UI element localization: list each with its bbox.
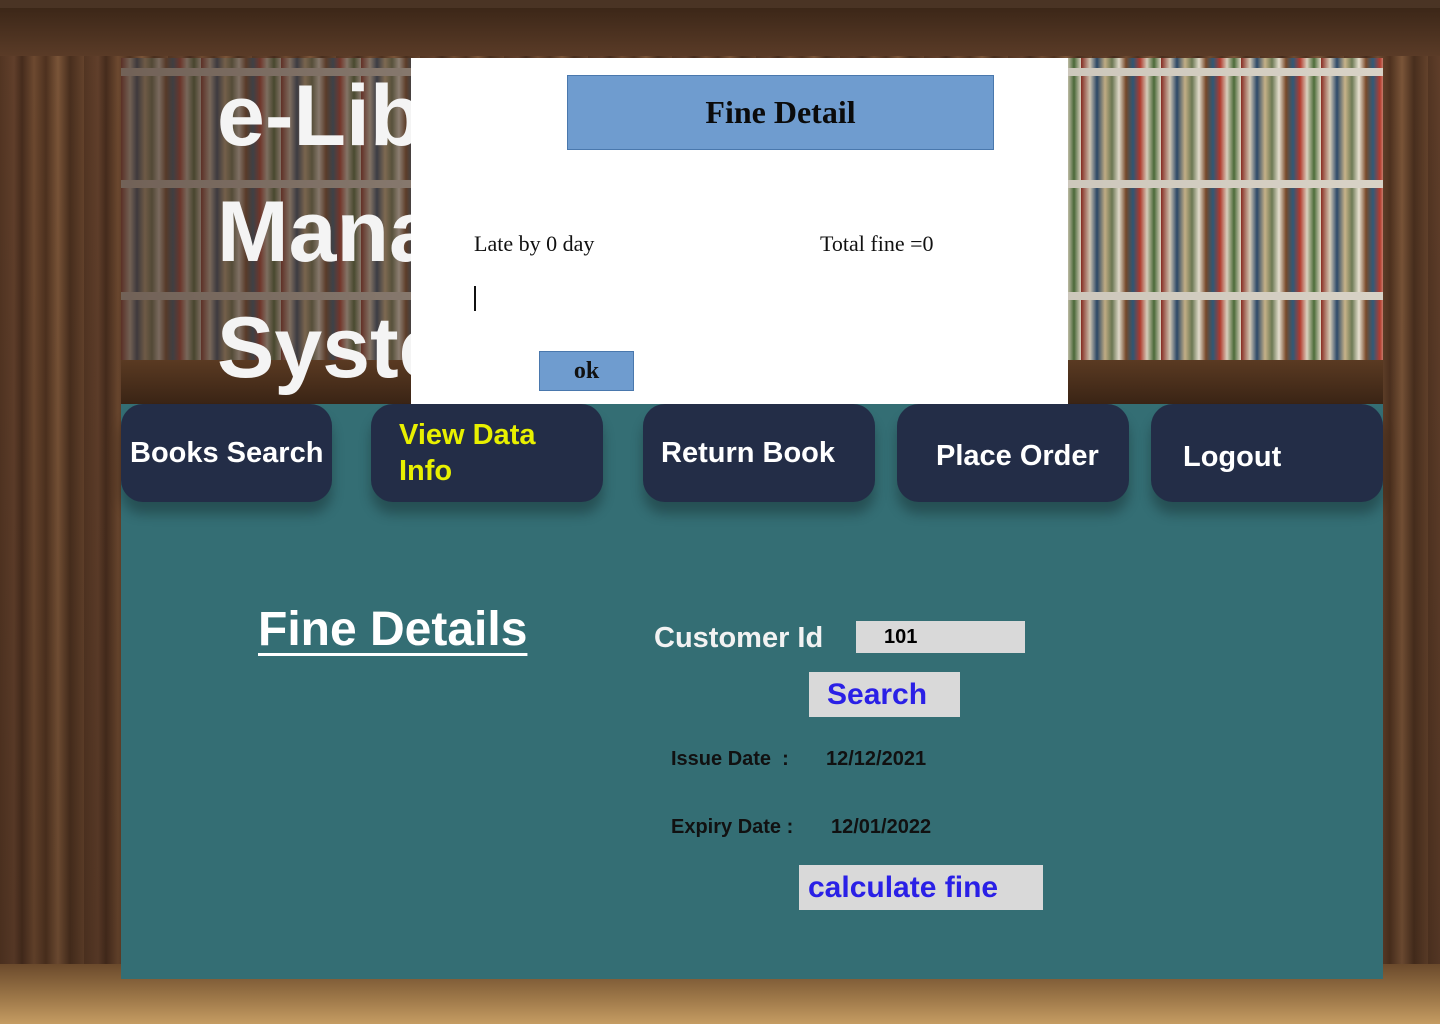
search-button-label: Search (827, 677, 928, 711)
total-fine-text: Total fine =0 (820, 231, 934, 256)
page-heading: Fine Details (258, 603, 528, 656)
logout-label: Logout (1183, 440, 1282, 473)
view-data-info-label: View Data Info (399, 419, 536, 487)
place-order-button[interactable]: Place Order (897, 404, 1129, 502)
issue-date-value: 12/12/2021 (826, 748, 927, 770)
text-cursor (474, 286, 476, 311)
late-by-text: Late by 0 day (474, 231, 595, 256)
dialog-title: Fine Detail (567, 75, 994, 150)
search-button[interactable]: Search (809, 672, 960, 717)
books-search-button[interactable]: Books Search (121, 404, 332, 502)
view-data-info-button[interactable]: View Data Info (371, 404, 603, 502)
issue-date-label: Issue Date : (671, 748, 789, 770)
logout-button[interactable]: Logout (1151, 404, 1383, 502)
expiry-date-value: 12/01/2022 (831, 816, 932, 838)
fine-detail-dialog: Fine Detail Late by 0 day Total fine =0 … (411, 58, 1068, 404)
expiry-date-label: Expiry Date : (671, 816, 794, 838)
place-order-label: Place Order (936, 439, 1099, 472)
customer-id-label: Customer Id (654, 622, 824, 654)
return-book-label: Return Book (661, 436, 835, 469)
dialog-title-text: Fine Detail (705, 94, 856, 130)
books-search-label: Books Search (130, 436, 324, 469)
calculate-fine-button[interactable]: calculate fine (799, 865, 1043, 910)
calculate-fine-label: calculate fine (808, 870, 999, 904)
ok-button[interactable]: ok (539, 351, 634, 391)
ok-button-label: ok (573, 357, 600, 384)
background-top-band (0, 8, 1440, 56)
customer-id-input[interactable] (856, 621, 1025, 653)
return-book-button[interactable]: Return Book (643, 404, 875, 502)
